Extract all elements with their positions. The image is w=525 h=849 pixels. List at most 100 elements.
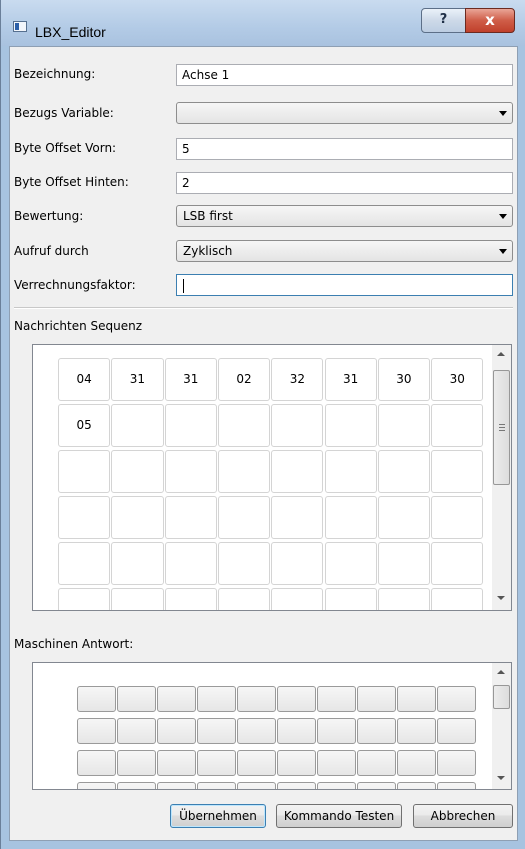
sequence-cell[interactable]: 02 [217,358,271,401]
sequence-cell[interactable] [217,588,271,610]
sequence-cell[interactable] [271,496,324,539]
byte-offset-vorn-input[interactable]: 5 [176,138,513,160]
sequence-cell[interactable] [431,588,484,610]
sequence-cell[interactable] [164,404,217,447]
scroll-thumb[interactable] [493,370,510,485]
sequence-cell[interactable] [324,588,377,610]
answer-cell[interactable] [197,686,236,712]
answer-cell[interactable] [357,718,396,744]
sequence-cell[interactable] [377,542,431,585]
sequence-cell[interactable] [111,496,164,539]
answer-cell[interactable] [317,750,356,776]
answer-cell[interactable] [317,686,356,712]
sequence-cell[interactable] [271,542,324,585]
answer-scrollbar[interactable] [492,663,511,789]
sequence-cell[interactable]: 31 [111,358,164,401]
sequence-cell[interactable] [217,450,271,493]
sequence-cell[interactable]: 31 [324,358,377,401]
sequence-cell[interactable] [164,450,217,493]
sequence-cell[interactable] [111,450,164,493]
answer-cell[interactable] [357,750,396,776]
answer-cell[interactable] [397,686,436,712]
answer-cell[interactable] [437,718,476,744]
test-command-button[interactable]: Kommando Testen [276,804,402,828]
scroll-down-icon[interactable] [497,776,505,780]
sequence-cell[interactable]: 05 [58,404,111,447]
answer-cell[interactable] [397,750,436,776]
sequence-cell[interactable] [377,588,431,610]
sequence-cell[interactable] [217,496,271,539]
answer-cell[interactable] [77,718,116,744]
answer-cell[interactable] [157,782,196,789]
help-button[interactable]: ? [421,8,466,33]
sequence-cell[interactable] [164,588,217,610]
answer-cell[interactable] [397,718,436,744]
answer-cell[interactable] [277,782,316,789]
sequence-cell[interactable] [164,496,217,539]
bezeichnung-input[interactable]: Achse 1 [176,64,513,86]
answer-cell[interactable] [157,750,196,776]
sequence-cell[interactable] [324,496,377,539]
answer-cell[interactable] [277,686,316,712]
sequence-cell[interactable] [324,404,377,447]
scroll-up-icon[interactable] [497,352,505,356]
answer-cell[interactable] [437,782,476,789]
sequence-cell[interactable] [377,450,431,493]
close-button[interactable]: x [465,8,515,33]
sequence-cell[interactable] [164,542,217,585]
answer-cell[interactable] [237,718,276,744]
answer-cell[interactable] [437,750,476,776]
sequence-cell[interactable] [377,496,431,539]
sequence-cell[interactable] [324,450,377,493]
answer-cell[interactable] [117,686,156,712]
aufruf-durch-combo[interactable]: Zyklisch [176,240,513,262]
answer-cell[interactable] [357,686,396,712]
answer-cell[interactable] [317,718,356,744]
apply-button[interactable]: Übernehmen [170,804,266,828]
scroll-thumb[interactable] [493,685,510,709]
answer-cell[interactable] [197,750,236,776]
sequence-cell[interactable] [217,542,271,585]
answer-cell[interactable] [317,782,356,789]
answer-cell[interactable] [237,686,276,712]
title-bar[interactable]: LBX_Editor ? x [1,0,525,46]
sequence-scrollbar[interactable] [492,345,511,610]
sequence-cell[interactable] [324,542,377,585]
sequence-cell[interactable]: 32 [271,358,324,401]
answer-cell[interactable] [277,718,316,744]
sequence-cell[interactable] [377,404,431,447]
bezugs-variable-combo[interactable] [176,102,513,124]
answer-cell[interactable] [117,750,156,776]
answer-cell[interactable] [397,782,436,789]
answer-cell[interactable] [157,718,196,744]
sequence-cell[interactable]: 04 [58,358,111,401]
answer-cell[interactable] [277,750,316,776]
answer-cell[interactable] [157,686,196,712]
cancel-button[interactable]: Abbrechen [413,804,513,828]
sequence-cell[interactable] [431,450,484,493]
sequence-cell[interactable] [431,542,484,585]
answer-cell[interactable] [117,782,156,789]
answer-cell[interactable] [237,750,276,776]
sequence-grid[interactable]: 04 31 31 02 32 31 30 30 05 [32,344,512,611]
bewertung-combo[interactable]: LSB first [176,205,513,227]
sequence-cell[interactable] [217,404,271,447]
byte-offset-hinten-input[interactable]: 2 [176,172,513,194]
answer-cell[interactable] [117,718,156,744]
answer-grid[interactable] [32,662,512,790]
answer-cell[interactable] [197,718,236,744]
answer-cell[interactable] [357,782,396,789]
sequence-cell[interactable] [111,588,164,610]
answer-cell[interactable] [77,782,116,789]
sequence-cell[interactable] [58,496,111,539]
sequence-cell[interactable] [271,404,324,447]
answer-cell[interactable] [77,750,116,776]
sequence-cell[interactable] [58,542,111,585]
sequence-cell[interactable]: 30 [377,358,431,401]
sequence-cell[interactable] [271,450,324,493]
sequence-cell[interactable]: 31 [164,358,217,401]
sequence-cell[interactable] [431,496,484,539]
sequence-cell[interactable]: 30 [431,358,484,401]
answer-cell[interactable] [77,686,116,712]
sequence-cell[interactable] [58,450,111,493]
